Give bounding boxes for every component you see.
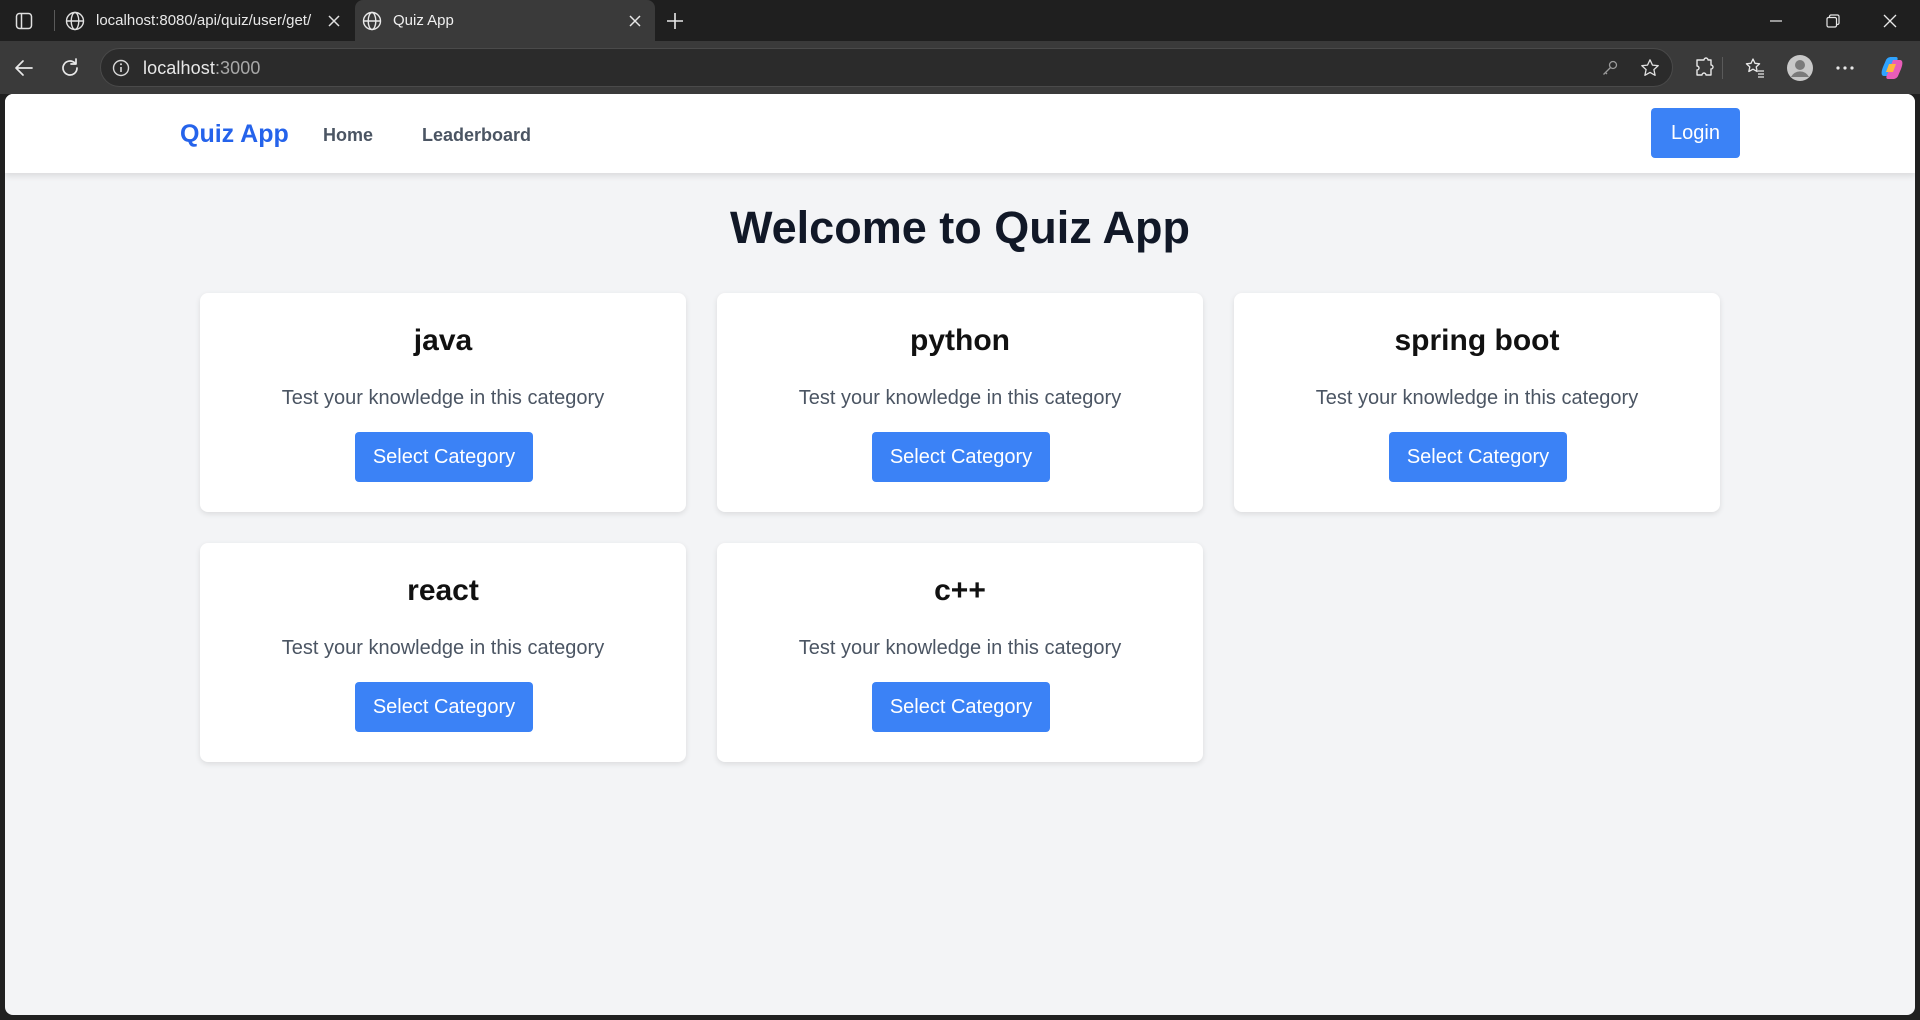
select-category-button[interactable]: Select Category [872,682,1050,732]
close-icon[interactable] [320,7,348,35]
new-tab-icon[interactable] [661,7,689,35]
category-card-spring-boot: spring boot Test your knowledge in this … [1234,293,1720,512]
key-icon[interactable] [1599,57,1621,79]
select-category-button[interactable]: Select Category [355,432,533,482]
category-description: Test your knowledge in this category [281,637,605,659]
nav-link-home[interactable]: Home [323,125,373,146]
toolbar-separator [1722,57,1723,79]
category-description: Test your knowledge in this category [1315,387,1639,409]
minimize-icon[interactable] [1748,0,1804,41]
site-navbar: Quiz App Home Leaderboard Login [5,94,1915,173]
browser-toolbar: localhost:3000 [0,41,1920,94]
globe-icon [362,11,382,30]
profile-icon[interactable] [1785,53,1815,83]
page-title: Welcome to Quiz App [729,202,1191,253]
more-icon[interactable] [1830,53,1860,83]
close-icon[interactable] [621,7,649,35]
address-bar[interactable]: localhost:3000 [100,48,1673,87]
login-button[interactable]: Login [1651,108,1740,158]
category-name: java [413,324,473,357]
category-card-cpp: c++ Test your knowledge in this category… [717,543,1203,762]
category-card-python: python Test your knowledge in this categ… [717,293,1203,512]
back-icon[interactable] [9,53,39,83]
category-description: Test your knowledge in this category [798,387,1122,409]
category-grid: java Test your knowledge in this categor… [200,293,1725,762]
info-icon[interactable] [110,57,132,79]
category-description: Test your knowledge in this category [281,387,605,409]
category-name: react [407,574,479,607]
category-card-java: java Test your knowledge in this categor… [200,293,686,512]
restore-icon[interactable] [1805,0,1861,41]
sidebar-toggle-icon[interactable] [12,9,36,33]
globe-icon [65,11,85,30]
url-port: :3000 [214,58,261,78]
browser-tab-api[interactable]: localhost:8080/api/quiz/user/get/ [58,0,354,41]
tab-title: localhost:8080/api/quiz/user/get/ [96,12,312,29]
select-category-button[interactable]: Select Category [355,682,533,732]
tab-divider [54,10,55,31]
tab-title: Quiz App [393,12,454,29]
nav-link-leaderboard[interactable]: Leaderboard [422,125,531,146]
category-name: c++ [934,574,986,607]
select-category-button[interactable]: Select Category [1389,432,1567,482]
star-icon[interactable] [1639,57,1661,79]
brand-logo[interactable]: Quiz App [180,120,289,149]
address-url[interactable]: localhost:3000 [143,58,261,79]
refresh-icon[interactable] [55,53,85,83]
browser-tab-bar: localhost:8080/api/quiz/user/get/ Quiz A… [0,0,1920,41]
category-card-react: react Test your knowledge in this catego… [200,543,686,762]
window-close-icon[interactable] [1862,0,1918,41]
favorites-icon[interactable] [1740,53,1770,83]
copilot-icon[interactable] [1877,53,1907,83]
category-name: python [910,324,1010,357]
select-category-button[interactable]: Select Category [872,432,1050,482]
category-description: Test your knowledge in this category [798,637,1122,659]
browser-tab-quiz-app[interactable]: Quiz App [355,0,655,41]
category-name: spring boot [1394,324,1560,357]
page-viewport: Quiz App Home Leaderboard Login Welcome … [5,94,1915,1015]
extensions-icon[interactable] [1689,53,1719,83]
url-host: localhost [143,58,215,78]
